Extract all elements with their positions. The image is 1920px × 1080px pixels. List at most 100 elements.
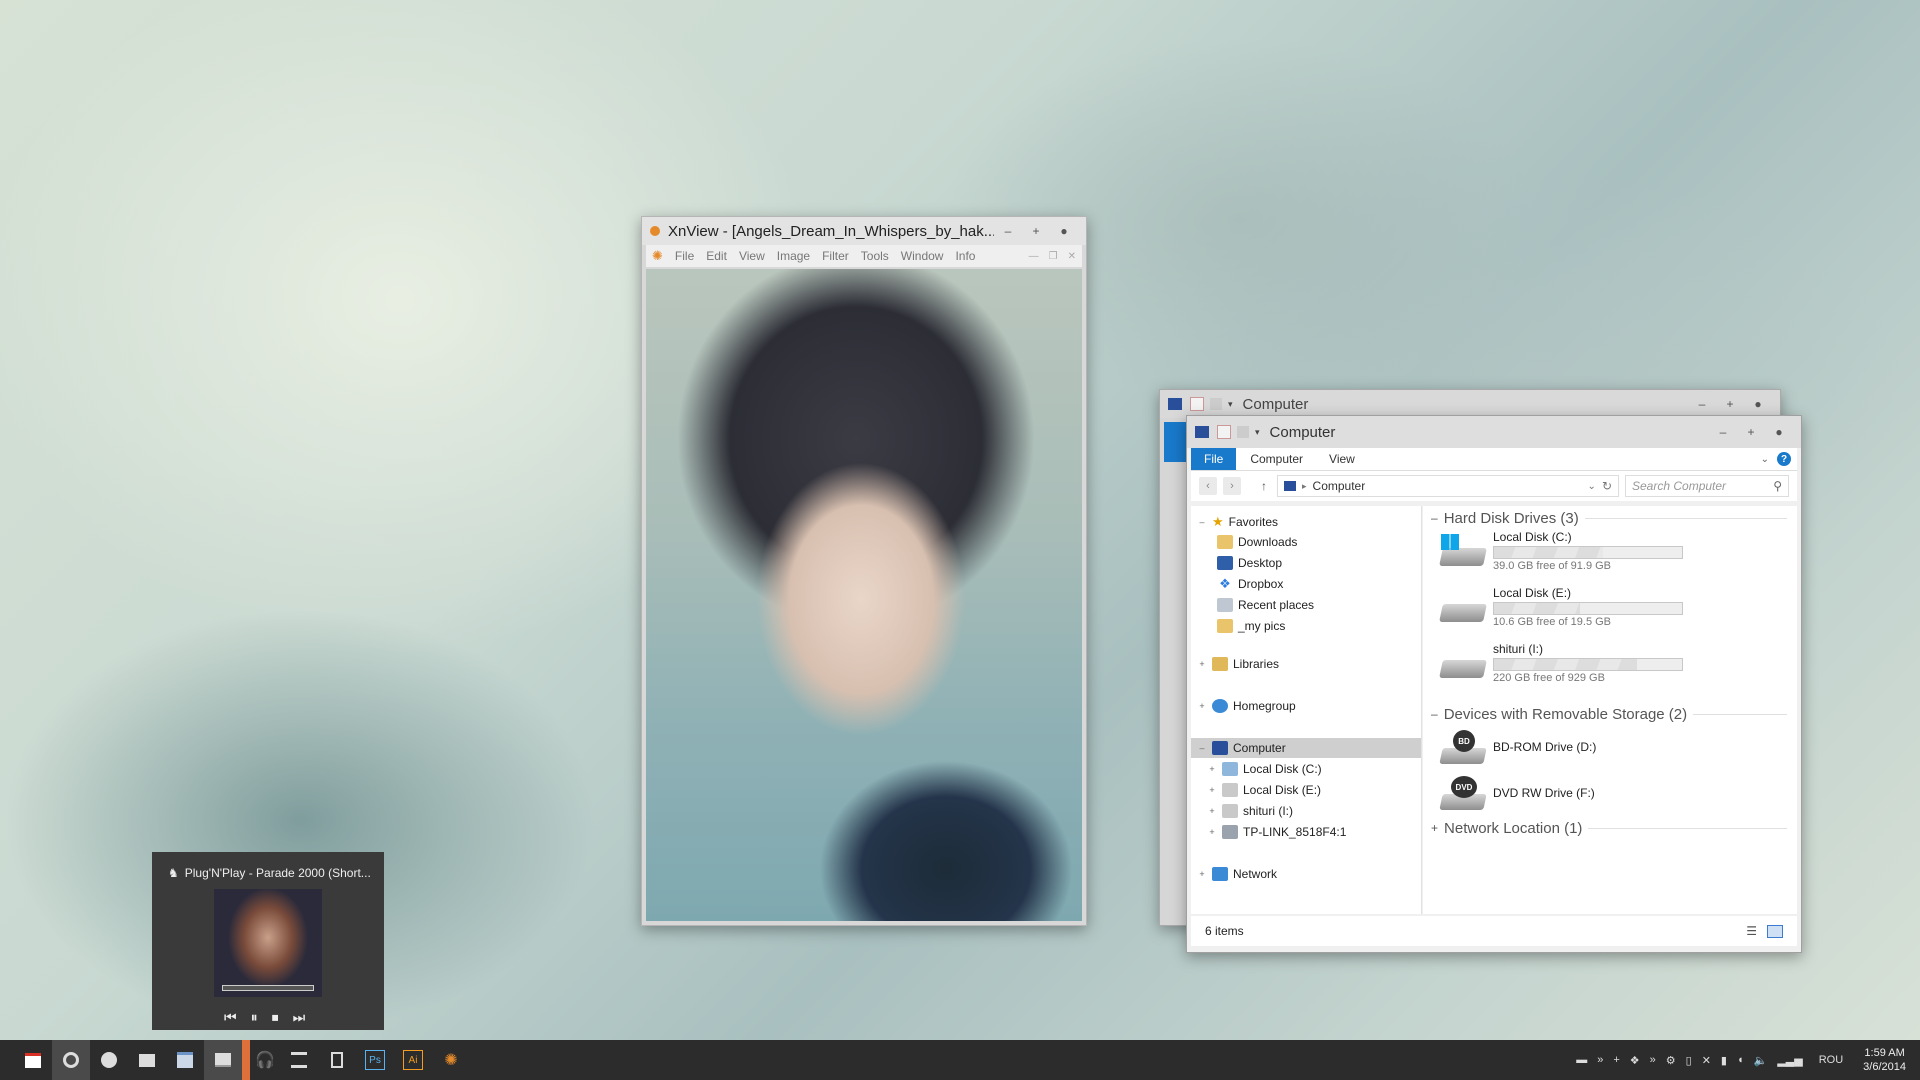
back-minimize-button[interactable]: –	[1688, 397, 1716, 411]
computer-taskbar-icon[interactable]	[204, 1040, 242, 1080]
tray-dropbox-icon[interactable]: ❖	[1630, 1054, 1640, 1067]
drive-dvd-rw[interactable]: DVD DVD RW Drive (F:)	[1439, 770, 1699, 814]
clock[interactable]: 1:59 AM 3/6/2014	[1863, 1046, 1906, 1074]
back-arrow-icon[interactable]: ‹	[1199, 477, 1217, 495]
large-icons-view-icon[interactable]	[1767, 924, 1783, 938]
tray-settings-icon[interactable]: ⚙	[1666, 1054, 1676, 1067]
stop-icon[interactable]: ⏹	[272, 1009, 279, 1026]
volume-icon[interactable]: 🔈	[1754, 1054, 1768, 1067]
menu-view[interactable]: View	[739, 249, 765, 263]
illustrator-icon[interactable]: Ai	[394, 1040, 432, 1080]
qat-dropdown-icon[interactable]: ▾	[1228, 399, 1233, 410]
maximize-button[interactable]: +	[1022, 224, 1050, 238]
menu-info[interactable]: Info	[955, 249, 975, 263]
video-editor-icon[interactable]	[280, 1040, 318, 1080]
explorer-maximize-button[interactable]: +	[1737, 425, 1765, 439]
nav-item-dropbox[interactable]: ❖ Dropbox	[1191, 574, 1421, 594]
address-text[interactable]: Computer	[1313, 479, 1366, 493]
menu-filter[interactable]: Filter	[822, 249, 849, 263]
explorer-close-button[interactable]: ●	[1765, 425, 1793, 439]
input-language[interactable]: ROU	[1819, 1054, 1843, 1066]
drive-local-disk-c[interactable]: Local Disk (C:) 39.0 GB free of 91.9 GB	[1439, 528, 1699, 572]
playback-progress-bar[interactable]	[222, 985, 314, 991]
calculator-icon[interactable]	[318, 1040, 356, 1080]
menu-window[interactable]: Window	[901, 249, 944, 263]
navigation-pane[interactable]: – ★ Favorites Downloads Desktop ❖ Dropbo…	[1191, 506, 1422, 914]
expand-arrow-icon[interactable]: +	[1197, 659, 1207, 669]
up-arrow-icon[interactable]: ↑	[1261, 479, 1267, 493]
expand-arrow-icon[interactable]: +	[1207, 764, 1217, 774]
mdi-minimize-icon[interactable]: —	[1029, 251, 1039, 262]
qat-dropdown-icon[interactable]: ▾	[1255, 427, 1260, 438]
search-input[interactable]: Search Computer ⚲	[1625, 475, 1789, 497]
qat-newfolder-icon[interactable]	[1210, 398, 1222, 410]
show-hidden-icons-icon[interactable]: ▬	[1576, 1054, 1587, 1066]
back-close-button[interactable]: ●	[1744, 397, 1772, 411]
collapse-arrow-icon[interactable]: –	[1197, 517, 1207, 527]
qat-properties-icon[interactable]	[1217, 425, 1231, 439]
xnview-menu-icon[interactable]: ✺	[652, 248, 663, 264]
content-pane[interactable]: – Hard Disk Drives (3) Local Disk (C:) 3…	[1423, 506, 1797, 914]
nav-item-computer[interactable]: – Computer	[1191, 738, 1421, 758]
tab-view[interactable]: View	[1316, 448, 1368, 470]
tray-arrows-icon[interactable]: »	[1597, 1054, 1603, 1066]
help-icon[interactable]: ?	[1777, 452, 1791, 466]
expand-arrow-icon[interactable]: +	[1197, 869, 1207, 879]
photo-canvas[interactable]	[646, 269, 1082, 921]
group-header-removable[interactable]: – Devices with Removable Storage (2)	[1431, 704, 1787, 724]
group-header-network[interactable]: + Network Location (1)	[1431, 818, 1787, 838]
menu-tools[interactable]: Tools	[861, 249, 889, 263]
explorer-back-titlebar[interactable]: ▾ Computer – + ●	[1160, 390, 1780, 418]
tray-app-icon[interactable]: ✕	[1702, 1054, 1711, 1067]
details-view-icon[interactable]: ☰	[1746, 924, 1757, 938]
address-history-dropdown-icon[interactable]: ⌄	[1588, 481, 1596, 492]
explorer-minimize-button[interactable]: –	[1709, 425, 1737, 439]
nav-item-network[interactable]: + Network	[1191, 864, 1421, 884]
mdi-close-icon[interactable]: ✕	[1068, 251, 1076, 262]
pause-icon[interactable]: ⏸	[251, 1009, 258, 1026]
nav-item-downloads[interactable]: Downloads	[1191, 532, 1421, 552]
collapse-arrow-icon[interactable]: –	[1197, 743, 1207, 753]
network-signal-icon[interactable]: ▂▃▅	[1777, 1054, 1802, 1067]
nav-item-shituri[interactable]: + shituri (I:)	[1191, 801, 1421, 821]
group-header-hdd[interactable]: – Hard Disk Drives (3)	[1431, 508, 1787, 528]
minimize-button[interactable]: –	[994, 224, 1022, 238]
nav-item-libraries[interactable]: + Libraries	[1191, 654, 1421, 674]
chrome-icon[interactable]	[52, 1040, 90, 1080]
window-manager-icon[interactable]	[166, 1040, 204, 1080]
nav-item-favorites[interactable]: – ★ Favorites	[1191, 512, 1421, 532]
expand-arrow-icon[interactable]: +	[1197, 701, 1207, 711]
notes-app-icon[interactable]	[128, 1040, 166, 1080]
group-collapse-icon[interactable]: –	[1431, 707, 1438, 721]
drive-local-disk-e[interactable]: Local Disk (E:) 10.6 GB free of 19.5 GB	[1439, 584, 1699, 628]
nav-item-desktop[interactable]: Desktop	[1191, 553, 1421, 573]
headphones-icon[interactable]: 🎧	[242, 1040, 280, 1080]
tray-headphones-icon[interactable]: ◖	[1737, 1054, 1744, 1066]
gmail-icon[interactable]	[14, 1040, 52, 1080]
mdi-restore-icon[interactable]: ❐	[1049, 251, 1058, 262]
back-maximize-button[interactable]: +	[1716, 397, 1744, 411]
group-expand-icon[interactable]: +	[1431, 821, 1438, 835]
close-button[interactable]: ●	[1050, 224, 1078, 238]
qat-newfolder-icon[interactable]	[1237, 426, 1249, 438]
nav-item-my-pics[interactable]: _my pics	[1191, 616, 1421, 636]
ribbon-expand-icon[interactable]: ⌄	[1755, 448, 1775, 470]
group-collapse-icon[interactable]: –	[1431, 511, 1438, 525]
menu-edit[interactable]: Edit	[706, 249, 727, 263]
nav-item-recent-places[interactable]: Recent places	[1191, 595, 1421, 615]
expand-arrow-icon[interactable]: +	[1207, 806, 1217, 816]
qat-properties-icon[interactable]	[1190, 397, 1204, 411]
explorer-window[interactable]: ▾ Computer – + ● File Computer View ⌄ ? …	[1186, 415, 1802, 953]
next-track-icon[interactable]: ⏭	[293, 1009, 306, 1026]
menu-image[interactable]: Image	[777, 249, 810, 263]
drive-shituri[interactable]: shituri (I:) 220 GB free of 929 GB	[1439, 640, 1699, 684]
previous-track-icon[interactable]: ⏮	[224, 1009, 237, 1026]
tray-plus-icon[interactable]: +	[1613, 1054, 1619, 1066]
drive-bd-rom[interactable]: BD BD-ROM Drive (D:)	[1439, 724, 1699, 768]
nav-item-local-disk-e[interactable]: + Local Disk (E:)	[1191, 780, 1421, 800]
breadcrumb-separator-icon[interactable]: ▸	[1302, 481, 1307, 492]
explorer-titlebar[interactable]: ▾ Computer – + ●	[1187, 416, 1801, 448]
xnview-taskbar-icon[interactable]: ✺	[432, 1040, 470, 1080]
tab-file[interactable]: File	[1191, 448, 1237, 470]
tab-computer[interactable]: Computer	[1236, 448, 1316, 470]
